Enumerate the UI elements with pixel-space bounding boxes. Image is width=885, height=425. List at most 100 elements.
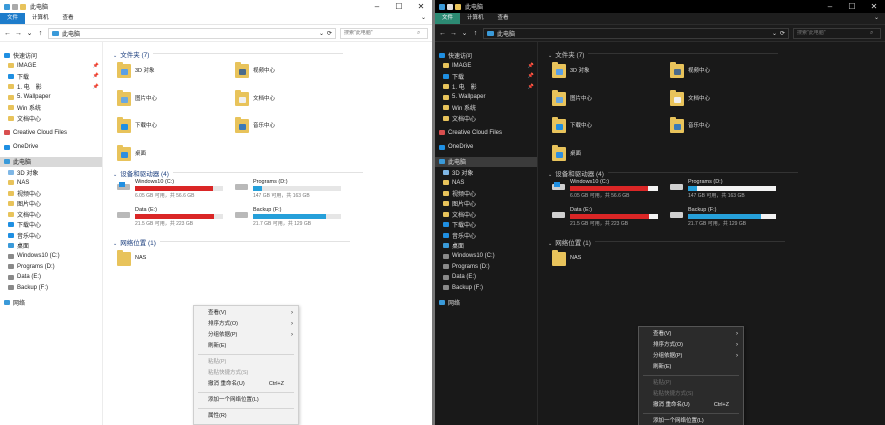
chevron-down-icon[interactable]: ⌄	[461, 29, 468, 37]
properties-icon[interactable]	[447, 3, 453, 10]
sidebar-item-videos[interactable]: 视频中心	[435, 188, 537, 199]
folder-3d-objects[interactable]: 3D 对象	[117, 62, 155, 78]
sidebar-item-pictures[interactable]: 图片中心	[435, 199, 537, 210]
sidebar-item-downloads-pc[interactable]: 下载中心	[435, 220, 537, 231]
minimize-button[interactable]: –	[366, 0, 388, 13]
sidebar-item-wallpaper[interactable]: 5. Wallpaper	[435, 92, 537, 103]
sidebar-item-desktop[interactable]: 桌面	[0, 241, 102, 252]
folder-music[interactable]: 音乐中心	[670, 117, 710, 133]
address-bar[interactable]: 此电脑 ⌄ ⟳	[483, 27, 789, 39]
search-box[interactable]: ⌕	[793, 27, 881, 39]
search-input[interactable]	[344, 30, 414, 36]
sidebar-item-nas[interactable]: NAS	[435, 178, 537, 189]
back-arrow-icon[interactable]: ←	[439, 30, 446, 37]
drive-e[interactable]: Data (E:) 21.5 GB 可用，共 223 GB	[552, 207, 658, 227]
sidebar-item-network[interactable]: 网络	[435, 297, 537, 308]
refresh-icon[interactable]: ⟳	[327, 30, 332, 37]
sidebar-item-downloads[interactable]: 下载 📌	[435, 71, 537, 82]
breadcrumb[interactable]: 此电脑	[62, 29, 80, 38]
folder-icon[interactable]	[20, 3, 26, 10]
chevron-down-icon[interactable]: ⌄	[772, 30, 777, 37]
back-arrow-icon[interactable]: ←	[4, 30, 11, 37]
sidebar-item-drive-f[interactable]: Backup (F:)	[435, 283, 537, 294]
chevron-down-icon[interactable]: ⌄	[874, 13, 885, 24]
sidebar-item-3d-objects[interactable]: 3D 对象	[435, 167, 537, 178]
sidebar-item-3d-objects[interactable]: 3D 对象	[0, 167, 102, 178]
menu-item-add-network-location[interactable]: 添加一个网络位置(L)	[194, 395, 298, 406]
tab-file[interactable]: 文件	[435, 13, 461, 24]
sidebar-item-pictures[interactable]: 图片中心	[0, 199, 102, 210]
menu-item-add-network-location[interactable]: 添加一个网络位置(L)	[639, 416, 743, 425]
sidebar-item-image[interactable]: IMAGE 📌	[0, 61, 102, 72]
sidebar-item-documents-pc[interactable]: 文档中心	[0, 209, 102, 220]
folder-downloads[interactable]: 下载中心	[117, 117, 157, 133]
drive-c[interactable]: Windows10 (C:) 6.05 GB 可用，共 56.6 GB	[117, 179, 223, 199]
folder-music[interactable]: 音乐中心	[235, 117, 275, 133]
menu-item-properties[interactable]: 属性(R)	[194, 411, 298, 422]
menu-item-undo-rename[interactable]: 撤消 重命名(U) Ctrl+Z	[194, 379, 298, 390]
sidebar-item-win-system[interactable]: Win 系统	[0, 103, 102, 114]
tab-view[interactable]: 查看	[491, 13, 516, 24]
tab-view[interactable]: 查看	[56, 13, 81, 24]
folder-documents[interactable]: 文档中心	[670, 90, 710, 106]
menu-item-refresh[interactable]: 刷新(E)	[639, 362, 743, 373]
section-header-network[interactable]: ⌄ 网络位置 (1)	[548, 237, 785, 247]
sidebar-item-desktop[interactable]: 桌面	[435, 241, 537, 252]
folder-downloads[interactable]: 下载中心	[552, 117, 592, 133]
maximize-button[interactable]: ☐	[841, 0, 863, 13]
sidebar-item-onedrive[interactable]: OneDrive	[0, 142, 102, 153]
sidebar-item-downloads-pc[interactable]: 下载中心	[0, 220, 102, 231]
close-button[interactable]: ✕	[410, 0, 432, 13]
drive-f[interactable]: Backup (F:) 21.7 GB 可用，共 129 GB	[235, 207, 341, 227]
folder-videos[interactable]: 视频中心	[670, 62, 710, 78]
drive-f[interactable]: Backup (F:) 21.7 GB 可用，共 129 GB	[670, 207, 776, 227]
sidebar-item-network[interactable]: 网络	[0, 297, 102, 308]
folder-desktop[interactable]: 桌面	[552, 145, 581, 161]
sidebar-item-nas[interactable]: NAS	[0, 178, 102, 189]
minimize-button[interactable]: –	[819, 0, 841, 13]
sidebar-item-drive-c[interactable]: Windows10 (C:)	[435, 251, 537, 262]
menu-item-undo-rename[interactable]: 撤消 重命名(U) Ctrl+Z	[639, 400, 743, 411]
address-bar[interactable]: 此电脑 ⌄ ⟳	[48, 27, 336, 39]
search-box[interactable]: ⌕	[340, 27, 428, 39]
sidebar-item-drive-d[interactable]: Programs (D:)	[0, 262, 102, 273]
sidebar-item-downloads[interactable]: 下载 📌	[0, 71, 102, 82]
menu-item-group-by[interactable]: 分组依据(P) ›	[639, 351, 743, 362]
sidebar-item-drive-e[interactable]: Data (E:)	[435, 272, 537, 283]
breadcrumb[interactable]: 此电脑	[497, 29, 515, 38]
forward-arrow-icon[interactable]: →	[15, 30, 22, 37]
up-arrow-icon[interactable]: ↑	[37, 30, 44, 37]
sidebar-item-videos[interactable]: 视频中心	[0, 188, 102, 199]
folder-videos[interactable]: 视频中心	[235, 62, 275, 78]
sidebar-item-this-pc[interactable]: 此电脑	[435, 156, 537, 167]
sidebar-item-music[interactable]: 音乐中心	[435, 230, 537, 241]
folder-documents[interactable]: 文档中心	[235, 90, 275, 106]
menu-item-view[interactable]: 查看(V) ›	[194, 308, 298, 319]
properties-icon[interactable]	[12, 3, 18, 10]
refresh-icon[interactable]: ⟳	[780, 30, 785, 37]
sidebar-item-quick-access[interactable]: 快速访问	[435, 50, 537, 61]
chevron-down-icon[interactable]: ⌄	[26, 29, 33, 37]
tab-file[interactable]: 文件	[0, 13, 26, 24]
maximize-button[interactable]: ☐	[388, 0, 410, 13]
menu-item-sort-by[interactable]: 排序方式(O) ›	[639, 340, 743, 351]
chevron-down-icon[interactable]: ⌄	[421, 13, 432, 24]
menu-item-group-by[interactable]: 分组依据(P) ›	[194, 330, 298, 341]
tab-computer[interactable]: 计算机	[460, 13, 491, 24]
drive-d[interactable]: Programs (D:) 147 GB 可用，共 163 GB	[670, 179, 776, 199]
section-header-network[interactable]: ⌄ 网络位置 (1)	[113, 237, 350, 247]
forward-arrow-icon[interactable]: →	[450, 30, 457, 37]
network-location-nas[interactable]: NAS	[117, 250, 146, 266]
folder-pictures[interactable]: 图片中心	[552, 90, 592, 106]
drive-e[interactable]: Data (E:) 21.5 GB 可用，共 223 GB	[117, 207, 223, 227]
sidebar-item-drive-e[interactable]: Data (E:)	[0, 272, 102, 283]
section-header-drives[interactable]: ⌄ 设备和驱动器 (4)	[548, 168, 798, 178]
menu-item-view[interactable]: 查看(V) ›	[639, 329, 743, 340]
folder-pictures[interactable]: 图片中心	[117, 90, 157, 106]
sidebar-item-documents-pc[interactable]: 文档中心	[435, 209, 537, 220]
sidebar-item-wallpaper[interactable]: 5. Wallpaper	[0, 92, 102, 103]
sidebar-item-quick-access[interactable]: 快速访问	[0, 50, 102, 61]
sidebar-item-creative-cloud[interactable]: Creative Cloud Files	[0, 128, 102, 139]
folder-icon[interactable]	[455, 3, 461, 10]
sidebar-item-win-system[interactable]: Win 系统	[435, 103, 537, 114]
